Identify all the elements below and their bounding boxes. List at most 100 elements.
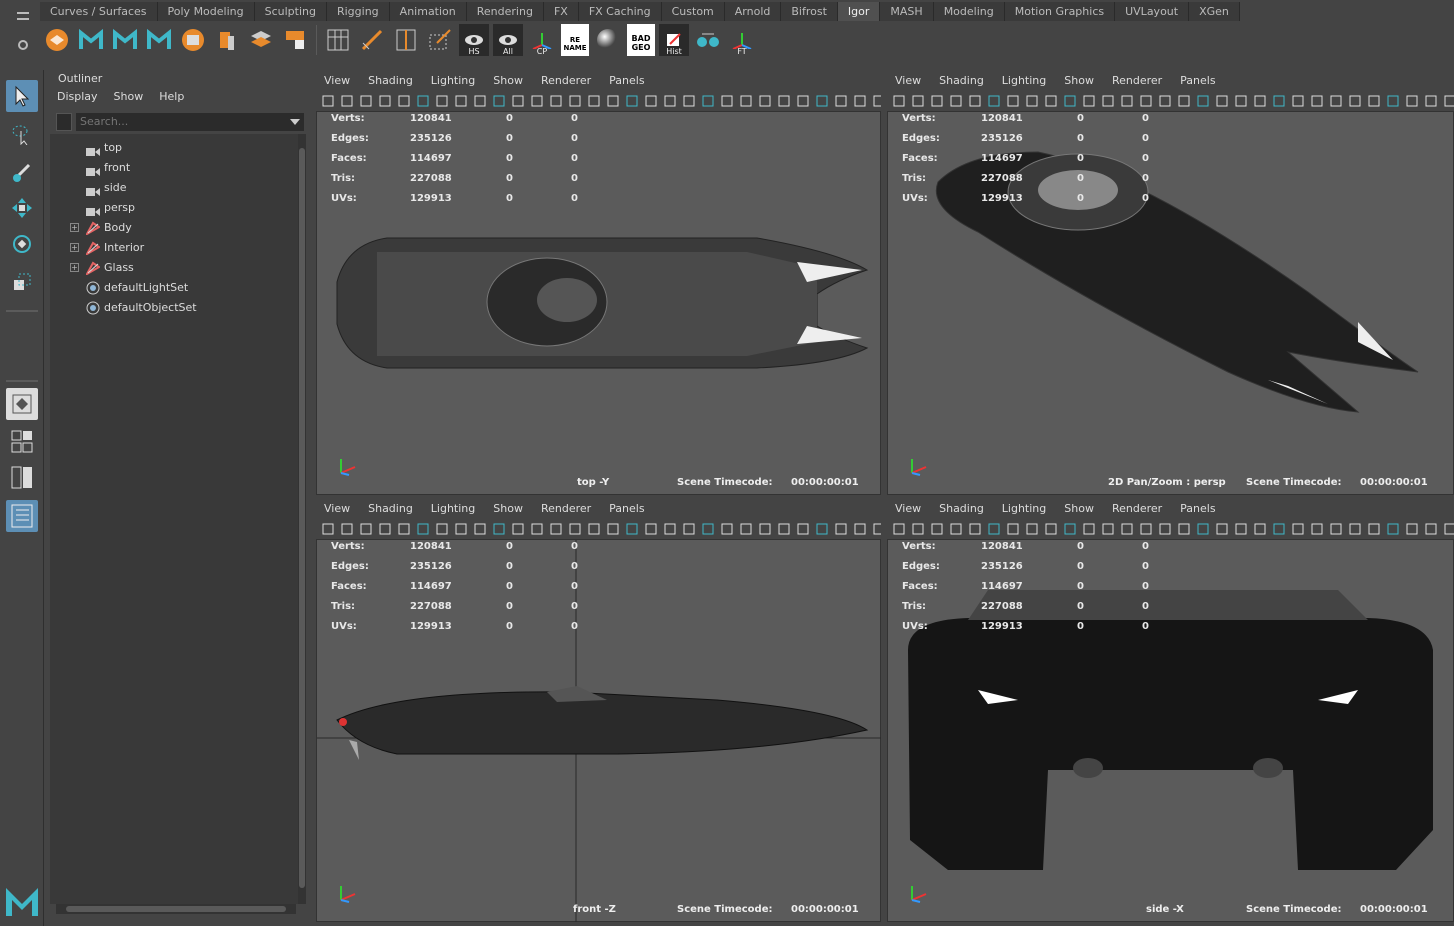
viewport-tool-icon[interactable] [1024, 522, 1040, 536]
four-view-layout-icon[interactable] [6, 426, 38, 458]
expand-icon[interactable]: + [70, 223, 79, 232]
shelf-tab-rigging[interactable]: Rigging [326, 2, 390, 21]
viewport-canvas[interactable]: Verts: 120841 0 0 Edges: 235126 0 0 Faces: 114697… [316, 111, 881, 495]
viewport-tool-icon[interactable] [1252, 94, 1268, 108]
viewport-menu-renderer[interactable]: Renderer [541, 71, 591, 91]
viewport-tool-icon[interactable] [929, 522, 945, 536]
viewport-tool-icon[interactable] [1214, 522, 1230, 536]
viewport-menu-lighting[interactable]: Lighting [1002, 499, 1046, 519]
viewport-tool-icon[interactable] [1005, 94, 1021, 108]
viewport-tool-icon[interactable] [1119, 94, 1135, 108]
viewport-tool-icon[interactable] [1157, 94, 1173, 108]
outliner-item-top[interactable]: top [50, 139, 290, 157]
maya-m-icon[interactable] [110, 24, 140, 56]
viewport-tool-icon[interactable] [339, 522, 355, 536]
cp-icon[interactable]: CP [527, 24, 557, 56]
viewport-canvas[interactable]: Verts: 120841 0 0 Edges: 235126 0 0 Faces: 114697… [887, 111, 1454, 495]
shelf-tab-custom[interactable]: Custom [661, 2, 725, 21]
ft-icon[interactable]: FT [727, 24, 757, 56]
lasso-tool-icon[interactable] [6, 118, 38, 150]
viewport-tool-icon[interactable] [795, 522, 811, 536]
rotate-tool-icon[interactable] [6, 228, 38, 260]
viewport-menu-view[interactable]: View [324, 499, 350, 519]
shelf-tab-rendering[interactable]: Rendering [466, 2, 544, 21]
paint-select-tool-icon[interactable] [6, 156, 38, 188]
viewport-tool-icon[interactable] [586, 522, 602, 536]
viewport-tool-icon[interactable] [1119, 522, 1135, 536]
shelf-tab-animation[interactable]: Animation [389, 2, 467, 21]
viewport-tool-icon[interactable] [605, 94, 621, 108]
expand-icon[interactable]: + [70, 263, 79, 272]
shelf-tab-curves-surfaces[interactable]: Curves / Surfaces [40, 2, 158, 21]
shelf-tab-bifrost[interactable]: Bifrost [781, 2, 838, 21]
viewport-menu-shading[interactable]: Shading [939, 499, 984, 519]
rename-icon[interactable]: RE NAME [561, 24, 589, 56]
outliner-item-defaultlightset[interactable]: defaultLightSet [50, 279, 290, 297]
multicut-icon[interactable] [425, 24, 455, 56]
viewport-menu-renderer[interactable]: Renderer [541, 499, 591, 519]
viewport-menu-view[interactable]: View [895, 71, 921, 91]
viewport-tool-icon[interactable] [624, 94, 640, 108]
viewport-tool-icon[interactable] [910, 522, 926, 536]
viewport-canvas[interactable]: Verts: 120841 0 0 Edges: 235126 0 0 Faces: 114697… [887, 539, 1454, 922]
viewport-tool-icon[interactable] [662, 94, 678, 108]
viewport-tool-icon[interactable] [339, 94, 355, 108]
viewport-tool-icon[interactable] [719, 522, 735, 536]
outliner-item-side[interactable]: side [50, 179, 290, 197]
viewport-tool-icon[interactable] [529, 522, 545, 536]
maya-m-icon[interactable] [76, 24, 106, 56]
viewport-tool-icon[interactable] [1404, 522, 1420, 536]
viewport-tool-icon[interactable] [472, 94, 488, 108]
viewport-tool-icon[interactable] [1423, 522, 1439, 536]
sphere-icon[interactable] [593, 24, 623, 56]
viewport-tool-icon[interactable] [681, 94, 697, 108]
viewport-tool-icon[interactable] [1176, 94, 1192, 108]
viewport-tool-icon[interactable] [605, 522, 621, 536]
viewport-tool-icon[interactable] [1233, 94, 1249, 108]
outliner-menu-help[interactable]: Help [159, 90, 184, 103]
viewport-tool-icon[interactable] [643, 94, 659, 108]
orange-disc-icon[interactable] [42, 24, 72, 56]
viewport-menu-renderer[interactable]: Renderer [1112, 71, 1162, 91]
layers-icon[interactable] [246, 24, 276, 56]
viewport-tool-icon[interactable] [396, 522, 412, 536]
viewport-tool-icon[interactable] [757, 94, 773, 108]
viewport-tool-icon[interactable] [891, 522, 907, 536]
viewport-side[interactable]: View Shading Lighting Show Renderer Panels Ve… [887, 499, 1454, 922]
viewport-top[interactable]: View Shading Lighting Show Renderer Panels Ve… [316, 71, 881, 495]
viewport-menu-view[interactable]: View [895, 499, 921, 519]
viewport-tool-icon[interactable] [948, 522, 964, 536]
outliner-item-glass[interactable]: + Glass [50, 259, 290, 277]
outliner-menu-display[interactable]: Display [57, 90, 98, 103]
all-icon[interactable]: All [493, 24, 523, 56]
viewport-tool-icon[interactable] [795, 94, 811, 108]
hist-icon[interactable]: Hist [659, 24, 689, 56]
viewport-tool-icon[interactable] [681, 522, 697, 536]
viewport-tool-icon[interactable] [814, 94, 830, 108]
viewport-tool-icon[interactable] [1442, 94, 1454, 108]
viewport-tool-icon[interactable] [434, 522, 450, 536]
viewport-front[interactable]: View Shading Lighting Show Renderer Panels Ve… [316, 499, 881, 922]
viewport-menu-shading[interactable]: Shading [939, 71, 984, 91]
viewport-tool-icon[interactable] [986, 522, 1002, 536]
outliner-item-interior[interactable]: + Interior [50, 239, 290, 257]
single-layout-icon[interactable] [6, 388, 38, 420]
viewport-menu-view[interactable]: View [324, 71, 350, 91]
expand-icon[interactable]: + [70, 243, 79, 252]
viewport-tool-icon[interactable] [320, 94, 336, 108]
outliner-item-front[interactable]: front [50, 159, 290, 177]
select-tool-icon[interactable] [6, 80, 38, 112]
viewport-tool-icon[interactable] [1290, 522, 1306, 536]
viewport-canvas[interactable]: Verts: 120841 0 0 Edges: 235126 0 0 Faces: 114697… [316, 539, 881, 922]
maya-m-icon[interactable] [144, 24, 174, 56]
grid-icon[interactable] [323, 24, 353, 56]
viewport-tool-icon[interactable] [491, 522, 507, 536]
viewport-tool-icon[interactable] [491, 94, 507, 108]
shelf-tab-fx[interactable]: FX [543, 2, 579, 21]
viewport-tool-icon[interactable] [910, 94, 926, 108]
viewport-tool-icon[interactable] [1366, 94, 1382, 108]
two-view-layout-icon[interactable] [6, 462, 38, 494]
viewport-tool-icon[interactable] [1252, 522, 1268, 536]
viewport-tool-icon[interactable] [929, 94, 945, 108]
viewport-tool-icon[interactable] [1404, 94, 1420, 108]
